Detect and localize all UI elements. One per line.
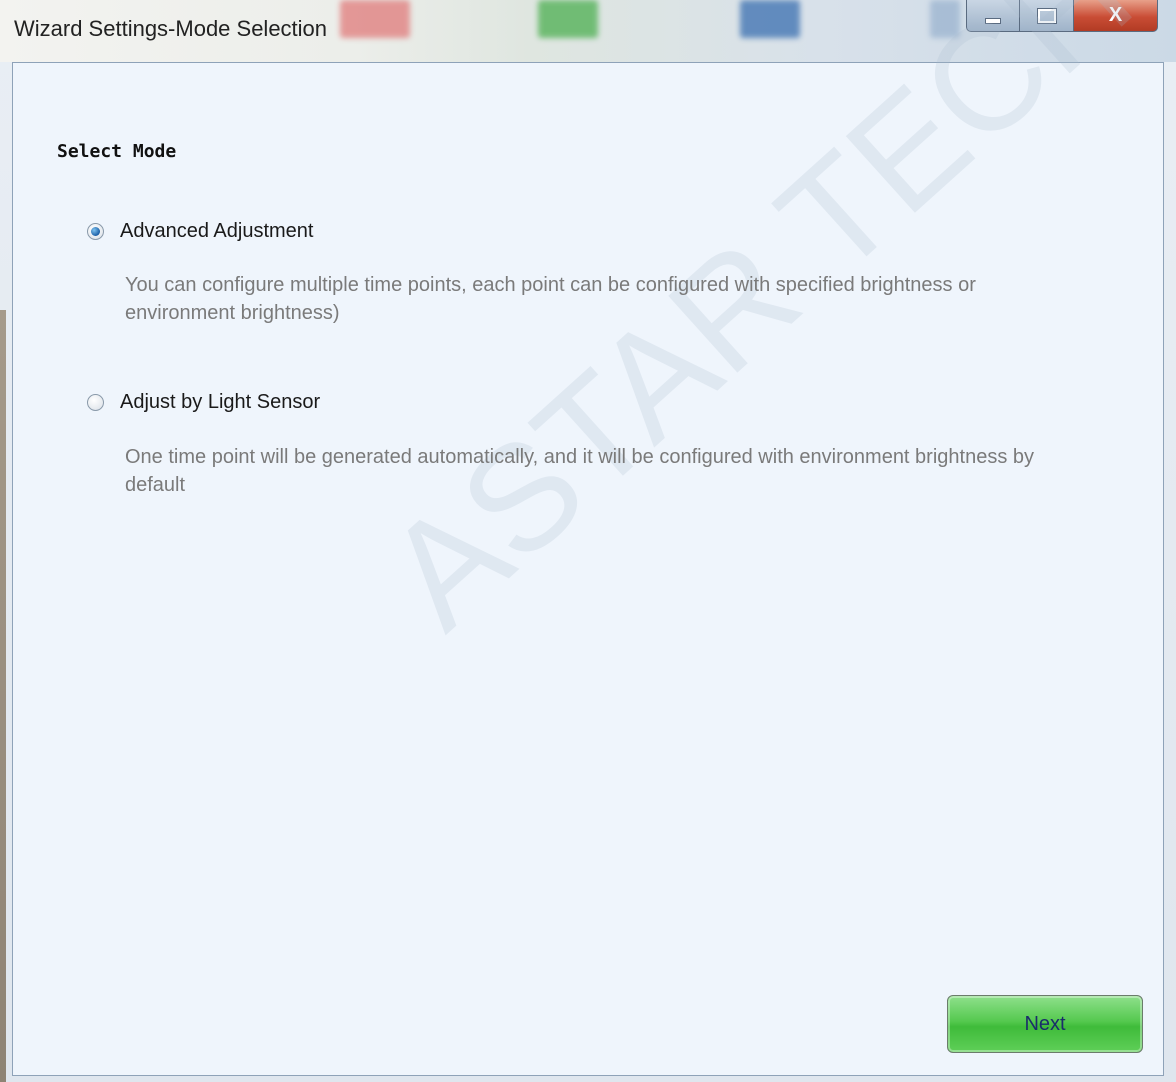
caption-buttons: X [966, 0, 1158, 34]
background-blur [740, 0, 800, 38]
maximize-icon [1036, 7, 1057, 24]
background-window-edge [0, 310, 6, 1082]
close-icon: X [1108, 4, 1123, 26]
watermark: ASTAR TECH CO., L [354, 0, 1176, 660]
radio-adjust-by-light-sensor[interactable]: Adjust by Light Sensor [87, 391, 320, 414]
maximize-button[interactable] [1020, 0, 1074, 32]
option-description: You can configure multiple time points, … [125, 274, 976, 324]
title-bar[interactable]: Wizard Settings-Mode Selection X [0, 0, 1176, 62]
close-button[interactable]: X [1074, 0, 1158, 32]
next-button[interactable]: Next [947, 995, 1143, 1053]
option-label[interactable]: Advanced Adjustment [120, 220, 313, 243]
radio-button-selected[interactable] [87, 223, 104, 240]
option-label[interactable]: Adjust by Light Sensor [120, 391, 320, 414]
background-blur [538, 0, 598, 38]
background-blur [930, 0, 960, 38]
wizard-content-panel: ASTAR TECH CO., L Select Mode Advanced A… [12, 0, 1176, 1076]
background-blur [340, 0, 410, 38]
section-heading: Select Mode [57, 141, 177, 162]
option-description: One time point will be generated automat… [125, 446, 1035, 496]
radio-selected-dot [91, 227, 100, 236]
window-title: Wizard Settings-Mode Selection [14, 16, 328, 41]
wizard-window: Wizard Settings-Mode Selection X ASTAR T… [0, 0, 1176, 1082]
radio-advanced-adjustment[interactable]: Advanced Adjustment [87, 220, 313, 243]
minimize-icon [985, 17, 1001, 24]
minimize-button[interactable] [966, 0, 1020, 32]
radio-button-unselected[interactable] [87, 394, 104, 411]
